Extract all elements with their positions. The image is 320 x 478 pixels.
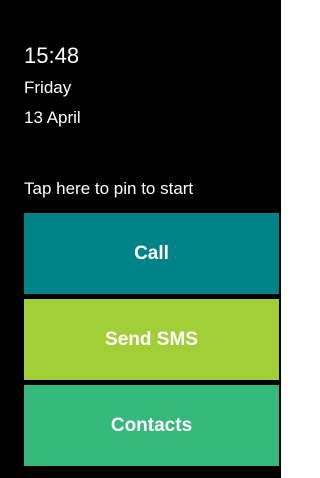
contacts-tile[interactable]: Contacts: [24, 385, 279, 466]
screen-edge: [281, 0, 286, 478]
weekday-label: Friday: [24, 78, 72, 97]
contacts-tile-label: Contacts: [110, 414, 193, 436]
send-sms-tile[interactable]: Send SMS: [24, 299, 279, 380]
call-tile[interactable]: Call: [24, 213, 279, 294]
pin-to-start-link[interactable]: Tap here to pin to start: [24, 179, 193, 199]
clock-time: 15:48: [24, 43, 80, 68]
send-sms-tile-label: Send SMS: [105, 328, 198, 350]
call-tile-label: Call: [134, 242, 169, 264]
date-label: 13 April: [24, 108, 81, 127]
phone-screen: 15:48 Friday 13 April Tap here to pin to…: [0, 0, 286, 478]
